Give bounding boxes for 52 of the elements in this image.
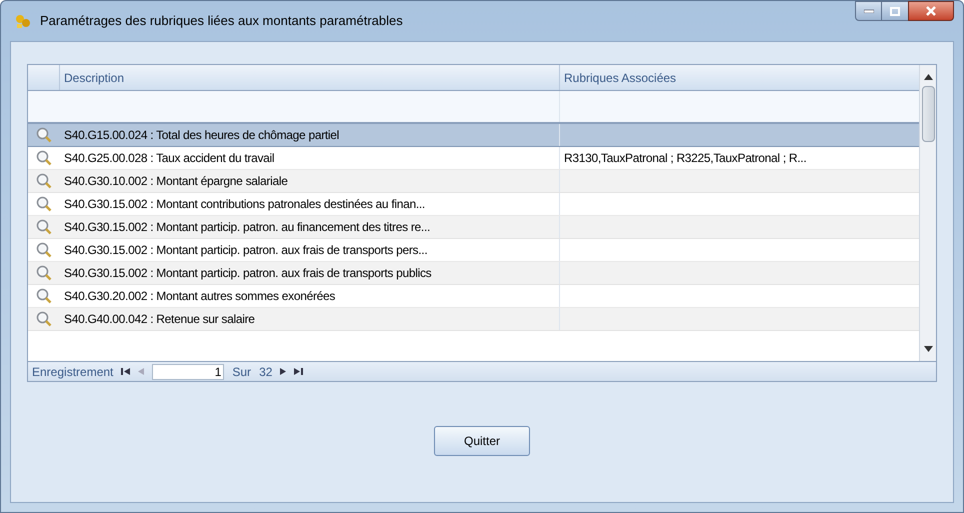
column-header[interactable]: Description [60,65,560,90]
record-count: 32 [259,364,272,380]
maximize-button[interactable] [882,1,908,21]
magnifier-icon[interactable] [36,242,52,258]
close-button[interactable] [908,1,954,21]
table-cell-text: S40.G30.15.002 : Montant particip. patron. aux frais de transports pers... [64,242,428,259]
magnifier-icon[interactable] [36,311,52,327]
magnifier-icon[interactable] [36,150,52,166]
quit-button[interactable]: Quitter [434,426,530,456]
table-cell-text: R3130,TauxPatronal ; R3225,TauxPatronal ; R... [564,150,806,167]
scrollbar-thumb[interactable] [922,86,934,142]
table-row[interactable]: S40.G30.10.002 : Montant épargne salariale [28,170,919,193]
table-row[interactable]: S40.G30.15.002 : Montant particip. patron. aux frais de transports publics [28,262,919,285]
table-cell-text: S40.G30.10.002 : Montant épargne salariale [64,173,288,190]
table-cell-text: S40.G30.15.002 : Montant contributions patronales destinées au finan... [64,196,425,213]
filter-row[interactable] [28,91,919,124]
record-position-field[interactable]: 1 [152,364,224,380]
table-cell-text: S40.G30.15.002 : Montant particip. patron. aux frais de transports publics [64,265,432,282]
table-cell-text: S40.G25.00.028 : Taux accident du travail [64,150,274,167]
first-record-icon[interactable] [121,368,130,375]
scroll-down-icon[interactable] [924,346,932,352]
window-title: Paramétrages des rubriques liées aux montants paramétrables [40,12,403,30]
table-row[interactable]: S40.G25.00.028 : Taux accident du travail R3130,TauxPatronal ; R3225,TauxPatronal ; R... [28,147,919,170]
table-cell-text: S40.G40.00.042 : Retenue sur salaire [64,311,255,328]
table-row[interactable]: S40.G30.15.002 : Montant particip. patron. aux frais de transports pers... [28,239,919,262]
magnifier-icon[interactable] [36,265,52,281]
magnifier-icon[interactable] [36,173,52,189]
table-row[interactable]: S40.G30.15.002 : Montant particip. patron. au financement des titres re... [28,216,919,239]
magnifier-icon[interactable] [36,288,52,304]
minimize-button[interactable] [855,1,882,21]
next-record-icon[interactable] [280,368,286,375]
minimize-icon [864,9,874,13]
vertical-scrollbar[interactable] [919,65,936,361]
table-row[interactable]: S40.G30.20.002 : Montant autres sommes exonérées [28,285,919,308]
close-icon [926,6,936,16]
magnifier-icon[interactable] [36,127,52,143]
magnifier-icon[interactable] [36,196,52,212]
app-icon [14,12,32,30]
table-row[interactable]: S40.G15.00.024 : Total des heures de chômage partiel [28,124,919,147]
navigator-label: Enregistrement [32,364,114,380]
maximize-icon [890,6,900,16]
table-row[interactable]: S40.G40.00.042 : Retenue sur salaire [28,308,919,331]
table-row[interactable]: S40.G30.15.002 : Montant contributions patronales destinées au finan... [28,193,919,216]
magnifier-icon[interactable] [36,219,52,235]
previous-record-icon[interactable] [138,368,144,375]
last-record-icon[interactable] [294,368,304,375]
navigator-label: Sur [232,364,252,380]
table-cell-text: S40.G15.00.024 : Total des heures de chômage partiel [64,127,340,144]
scroll-up-icon[interactable] [924,74,932,80]
table-cell-text: S40.G30.15.002 : Montant particip. patron. au financement des titres re... [64,219,430,236]
table-cell-text: S40.G30.20.002 : Montant autres sommes exonérées [64,288,336,305]
column-header[interactable]: Rubriques Associées [560,65,919,90]
